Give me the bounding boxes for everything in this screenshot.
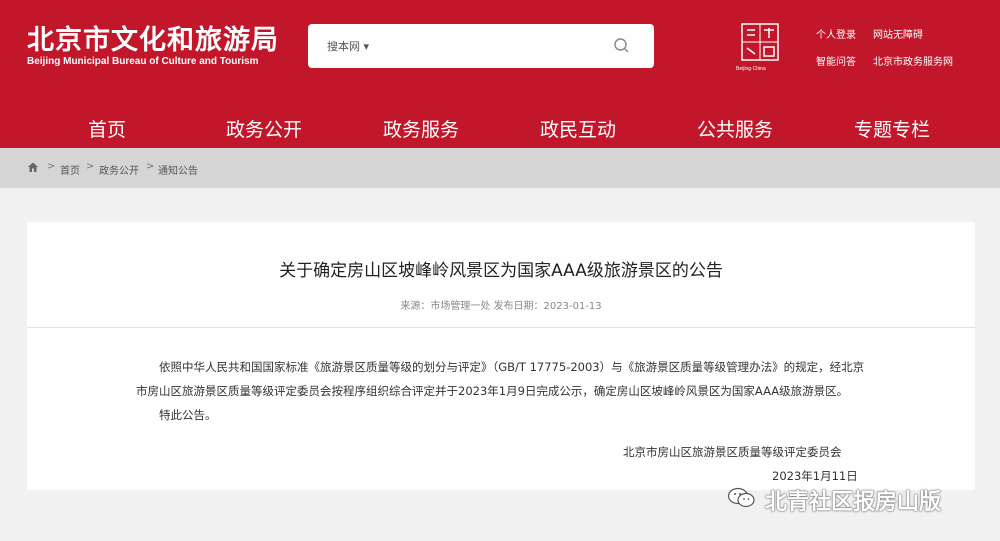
breadcrumb-notices[interactable]: 通知公告	[158, 162, 198, 177]
breadcrumb-separator: >	[146, 161, 155, 172]
divider	[27, 327, 975, 328]
article-title: 关于确定房山区坡峰岭风景区为国家AAA级旅游景区的公告	[279, 261, 723, 281]
breadcrumb-separator: >	[47, 161, 56, 172]
search-input[interactable]	[388, 32, 608, 60]
article-meta: 来源：市场管理一处 发布日期：2023-01-13	[400, 301, 602, 312]
home-icon[interactable]	[27, 161, 39, 173]
header-top: 北京市文化和旅游局 Beijing Municipal Bureau of Cu…	[0, 0, 1000, 97]
site-logo-title[interactable]: 北京市文化和旅游局	[27, 18, 279, 57]
nav-gov-affairs-public[interactable]: 政务公开	[226, 115, 302, 142]
smart-qa-link[interactable]: 智能问答	[816, 53, 856, 68]
article-paragraph: 依照中华人民共和国国家标准《旅游景区质量等级的划分与评定》（GB/T 17775…	[136, 360, 865, 398]
nav-home[interactable]: 首页	[88, 115, 126, 142]
gov-service-link[interactable]: 北京市政务服务网	[873, 53, 953, 68]
capital-logo-caption: Beijing·China	[736, 66, 766, 72]
main-nav: 首页 政务公开 政务服务 政民互动 公共服务 专题专栏	[0, 97, 1000, 148]
breadcrumb-gov-affairs[interactable]: 政务公开	[99, 162, 139, 177]
wechat-icon	[727, 487, 755, 508]
breadcrumb-separator: >	[86, 161, 95, 172]
search-scope-dropdown[interactable]: 搜本网 ▾	[327, 38, 369, 54]
nav-gov-services[interactable]: 政务服务	[383, 115, 459, 142]
watermark-text: 北青社区报房山版	[765, 490, 942, 515]
article-closing: 特此公告。	[159, 408, 217, 422]
nav-public-services[interactable]: 公共服务	[697, 115, 773, 142]
search-box: 搜本网 ▾	[308, 24, 654, 68]
login-link[interactable]: 个人登录	[816, 26, 856, 41]
breadcrumb-home[interactable]: 首页	[60, 162, 80, 177]
breadcrumb: > 首页 > 政务公开 > 通知公告	[0, 148, 1000, 188]
site-logo-subtitle: Beijing Municipal Bureau of Culture and …	[27, 56, 259, 67]
capital-beijing-logo-icon	[741, 23, 779, 61]
nav-special-topics[interactable]: 专题专栏	[854, 115, 930, 142]
article-body: 依照中华人民共和国国家标准《旅游景区质量等级的划分与评定》（GB/T 17775…	[136, 355, 874, 427]
nav-interaction[interactable]: 政民互动	[540, 115, 616, 142]
signature-date: 2023年1月11日	[772, 469, 858, 483]
site-header: 北京市文化和旅游局 Beijing Municipal Bureau of Cu…	[0, 0, 1000, 148]
search-icon[interactable]	[612, 36, 632, 56]
signature-organization: 北京市房山区旅游景区质量等级评定委员会	[623, 445, 842, 459]
article-card: 关于确定房山区坡峰岭风景区为国家AAA级旅游景区的公告 来源：市场管理一处 发布…	[27, 222, 975, 490]
accessibility-link[interactable]: 网站无障碍	[873, 26, 923, 41]
